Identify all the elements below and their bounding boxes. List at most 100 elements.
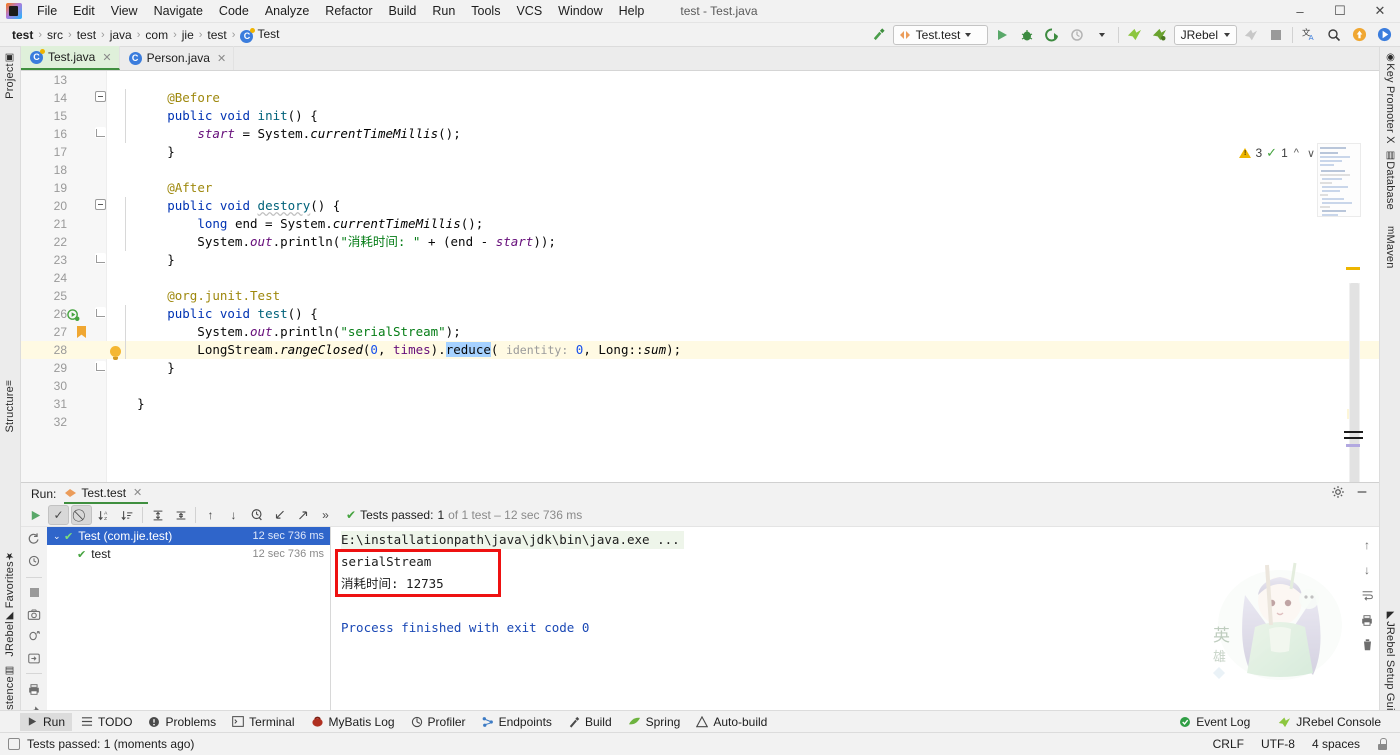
breadcrumb-item-test[interactable]: test xyxy=(73,27,100,43)
encoding-label[interactable]: UTF-8 xyxy=(1261,737,1295,751)
close-icon[interactable]: ✕ xyxy=(102,51,111,64)
jrebel-debug-button[interactable] xyxy=(1149,25,1171,45)
line-content[interactable]: } xyxy=(107,143,175,161)
caret-marker[interactable] xyxy=(1344,437,1363,439)
code-line[interactable]: 29 } xyxy=(21,359,1379,377)
breadcrumb-item-test[interactable]: test xyxy=(203,27,230,43)
line-content[interactable]: long end = System.currentTimeMillis(); xyxy=(107,215,483,233)
code-line[interactable]: 27 System.out.println("serialStream"); xyxy=(21,323,1379,341)
menu-item-analyze[interactable]: Analyze xyxy=(257,1,317,21)
line-content[interactable]: @org.junit.Test xyxy=(107,287,280,305)
fold-marker[interactable] xyxy=(95,199,106,210)
profiler-dropdown[interactable] xyxy=(1091,25,1113,45)
code-line[interactable]: 28 LongStream.rangeClosed(0, times).redu… xyxy=(21,341,1379,359)
export-icon[interactable] xyxy=(25,650,43,667)
fold-marker[interactable] xyxy=(95,307,106,318)
more-actions-icon[interactable]: » xyxy=(315,505,336,525)
breadcrumb-item-jie[interactable]: jie xyxy=(178,27,198,43)
tool-button-database[interactable]: ▥Database xyxy=(1381,147,1399,213)
close-button[interactable]: ✕ xyxy=(1360,0,1400,23)
maximize-button[interactable]: ☐ xyxy=(1320,0,1360,23)
menu-item-view[interactable]: View xyxy=(103,1,146,21)
sort-alphabetically-icon[interactable]: AZ xyxy=(94,505,115,525)
code-line[interactable]: 24 xyxy=(21,269,1379,287)
tool-button-jrebel[interactable]: JRebel◤ xyxy=(1,607,19,660)
build-icon[interactable] xyxy=(868,25,890,45)
close-icon[interactable]: ✕ xyxy=(133,486,142,499)
show-passed-icon[interactable]: ✓ xyxy=(48,505,69,525)
code-line[interactable]: 18 xyxy=(21,161,1379,179)
expand-arrow-icon[interactable]: ⌄ xyxy=(53,531,64,542)
jrebel-run-button[interactable] xyxy=(1124,25,1146,45)
line-content[interactable]: System.out.println("serialStream"); xyxy=(107,323,460,341)
chevron-down-icon[interactable] xyxy=(1224,32,1230,37)
scroll-up-icon[interactable]: ↑ xyxy=(1358,537,1376,553)
tool-window-button-jrebel-console[interactable]: JRebel Console xyxy=(1271,713,1388,731)
jrebel-stop-icon[interactable] xyxy=(1240,25,1262,45)
tool-button-maven[interactable]: mMaven xyxy=(1381,223,1399,272)
sort-by-duration-icon[interactable] xyxy=(117,505,138,525)
fold-marker[interactable] xyxy=(95,91,106,102)
tool-window-button-build[interactable]: Build xyxy=(561,713,619,731)
console-output[interactable]: 英 雄 E:\installationpath\java\jdk\bin\jav… xyxy=(331,527,1379,720)
show-ignored-icon[interactable]: ⃠ xyxy=(71,505,92,525)
profiler-button[interactable] xyxy=(1066,25,1088,45)
code-line[interactable]: 22 System.out.println("消耗时间: " + (end - … xyxy=(21,233,1379,251)
editor-tab-person-java[interactable]: C Person.java ✕ xyxy=(120,46,235,70)
code-line[interactable]: 21 long end = System.currentTimeMillis()… xyxy=(21,215,1379,233)
line-content[interactable]: @Before xyxy=(107,89,220,107)
code-line[interactable]: 32 xyxy=(21,413,1379,431)
line-content[interactable]: public void destory() { xyxy=(107,197,340,215)
usage-marker[interactable] xyxy=(1346,444,1360,447)
breadcrumb-file[interactable]: C Test xyxy=(236,26,283,43)
menu-item-tools[interactable]: Tools xyxy=(463,1,508,21)
breadcrumb-item-src[interactable]: src xyxy=(43,27,67,43)
line-content[interactable]: public void test() { xyxy=(107,305,318,323)
menu-item-navigate[interactable]: Navigate xyxy=(146,1,211,21)
next-problem-icon[interactable]: ∨ xyxy=(1305,147,1317,160)
breadcrumb-item-java[interactable]: java xyxy=(106,27,136,43)
export-tests-icon[interactable] xyxy=(292,505,313,525)
translate-icon[interactable]: 文A xyxy=(1298,25,1320,45)
tool-window-button-run[interactable]: Run xyxy=(20,712,73,731)
run-button[interactable] xyxy=(991,25,1013,45)
print-icon[interactable] xyxy=(25,681,43,698)
code-line[interactable]: 31 } xyxy=(21,395,1379,413)
run-configuration-selector[interactable]: Test.test xyxy=(892,24,988,45)
code-line[interactable]: 15 public void init() { xyxy=(21,107,1379,125)
import-tests-icon[interactable] xyxy=(269,505,290,525)
search-icon[interactable] xyxy=(1323,25,1345,45)
code-line[interactable]: 13 xyxy=(21,71,1379,89)
tool-button-key-promoter-x[interactable]: ◉Key Promoter X xyxy=(1381,49,1399,147)
breadcrumb-item-test[interactable]: test xyxy=(8,27,37,43)
line-separator-label[interactable]: CRLF xyxy=(1213,737,1244,751)
tool-window-button-endpoints[interactable]: Endpoints xyxy=(475,713,559,731)
code-line[interactable]: 17 } xyxy=(21,143,1379,161)
line-content[interactable]: } xyxy=(107,395,145,413)
tool-window-button-terminal[interactable]: Terminal xyxy=(225,713,301,731)
menu-item-build[interactable]: Build xyxy=(381,1,425,21)
rerun-failed-icon[interactable] xyxy=(25,531,43,548)
minimize-button[interactable]: – xyxy=(1280,0,1320,23)
stop-button[interactable] xyxy=(1265,25,1287,45)
share-icon[interactable] xyxy=(1373,25,1395,45)
fold-marker[interactable] xyxy=(95,361,106,372)
warning-marker[interactable] xyxy=(1346,267,1360,270)
menu-item-window[interactable]: Window xyxy=(550,1,610,21)
print-icon[interactable] xyxy=(1358,612,1376,628)
rerun-icon[interactable] xyxy=(25,505,46,525)
code-line[interactable]: 30 xyxy=(21,377,1379,395)
tool-window-button-problems[interactable]: Problems xyxy=(141,713,223,731)
run-test-gutter-icon[interactable] xyxy=(67,309,80,322)
code-line[interactable]: 20 public void destory() { xyxy=(21,197,1379,215)
line-content[interactable]: } xyxy=(107,359,175,377)
line-content[interactable]: public void init() { xyxy=(107,107,318,125)
tool-window-button-mybatis-log[interactable]: MyBatis Log xyxy=(304,713,402,731)
stop-icon[interactable] xyxy=(25,584,43,601)
intention-bulb-icon[interactable] xyxy=(110,346,121,360)
line-content[interactable]: } xyxy=(107,251,175,269)
collapse-all-icon[interactable] xyxy=(170,505,191,525)
minimize-icon[interactable] xyxy=(1355,485,1369,502)
chevron-down-icon[interactable] xyxy=(965,32,972,37)
lock-icon[interactable] xyxy=(1377,738,1388,750)
